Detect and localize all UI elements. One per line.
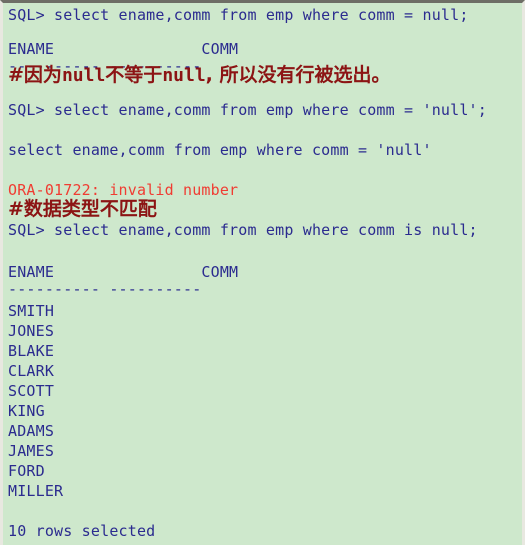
- column-divider-dashes-2: ---------- ----------: [8, 280, 202, 298]
- chinese-annotation-type-mismatch: #数据类型不匹配: [8, 198, 157, 220]
- sql-terminal-window: SQL> select ename,comm from emp where co…: [0, 0, 525, 545]
- comment-cn-seg-2: 不等于: [105, 64, 163, 86]
- terminal-screen[interactable]: SQL> select ename,comm from emp where co…: [3, 3, 522, 545]
- comment-latin-null-2: null: [162, 65, 206, 86]
- result-row: CLARK: [8, 362, 55, 380]
- result-row: BLAKE: [8, 342, 55, 360]
- comment-cn-seg-1: 因为: [23, 64, 62, 86]
- result-row: JONES: [8, 322, 55, 340]
- result-row: SMITH: [8, 302, 55, 320]
- sql-prompt-line-equals-quoted-null: SQL> select ename,comm from emp where co…: [8, 101, 487, 119]
- result-row: FORD: [8, 462, 45, 480]
- comment-latin-null-1: null: [61, 65, 106, 86]
- oracle-error-message: ORA-01722: invalid number: [8, 181, 239, 199]
- result-row: KING: [8, 402, 45, 420]
- rows-selected-status: 10 rows selected: [8, 522, 156, 540]
- result-row: JAMES: [8, 442, 55, 460]
- echoed-statement-line: select ename,comm from emp where comm = …: [8, 141, 432, 159]
- comment-cn-seg-3: , 所以没有行被选出。: [205, 64, 391, 86]
- comment-hash-1: #: [8, 64, 24, 86]
- column-header-row-2: ENAME COMM: [8, 263, 239, 281]
- sql-prompt-line-is-null: SQL> select ename,comm from emp where co…: [8, 221, 478, 239]
- chinese-annotation-null-inequality: #因为null不等于null, 所以没有行被选出。: [8, 65, 391, 86]
- result-row: ADAMS: [8, 422, 55, 440]
- sql-prompt-line-equals-null: SQL> select ename,comm from emp where co…: [8, 6, 469, 24]
- column-header-row-1: ENAME COMM: [8, 40, 239, 58]
- result-row: MILLER: [8, 482, 64, 500]
- result-row: SCOTT: [8, 382, 55, 400]
